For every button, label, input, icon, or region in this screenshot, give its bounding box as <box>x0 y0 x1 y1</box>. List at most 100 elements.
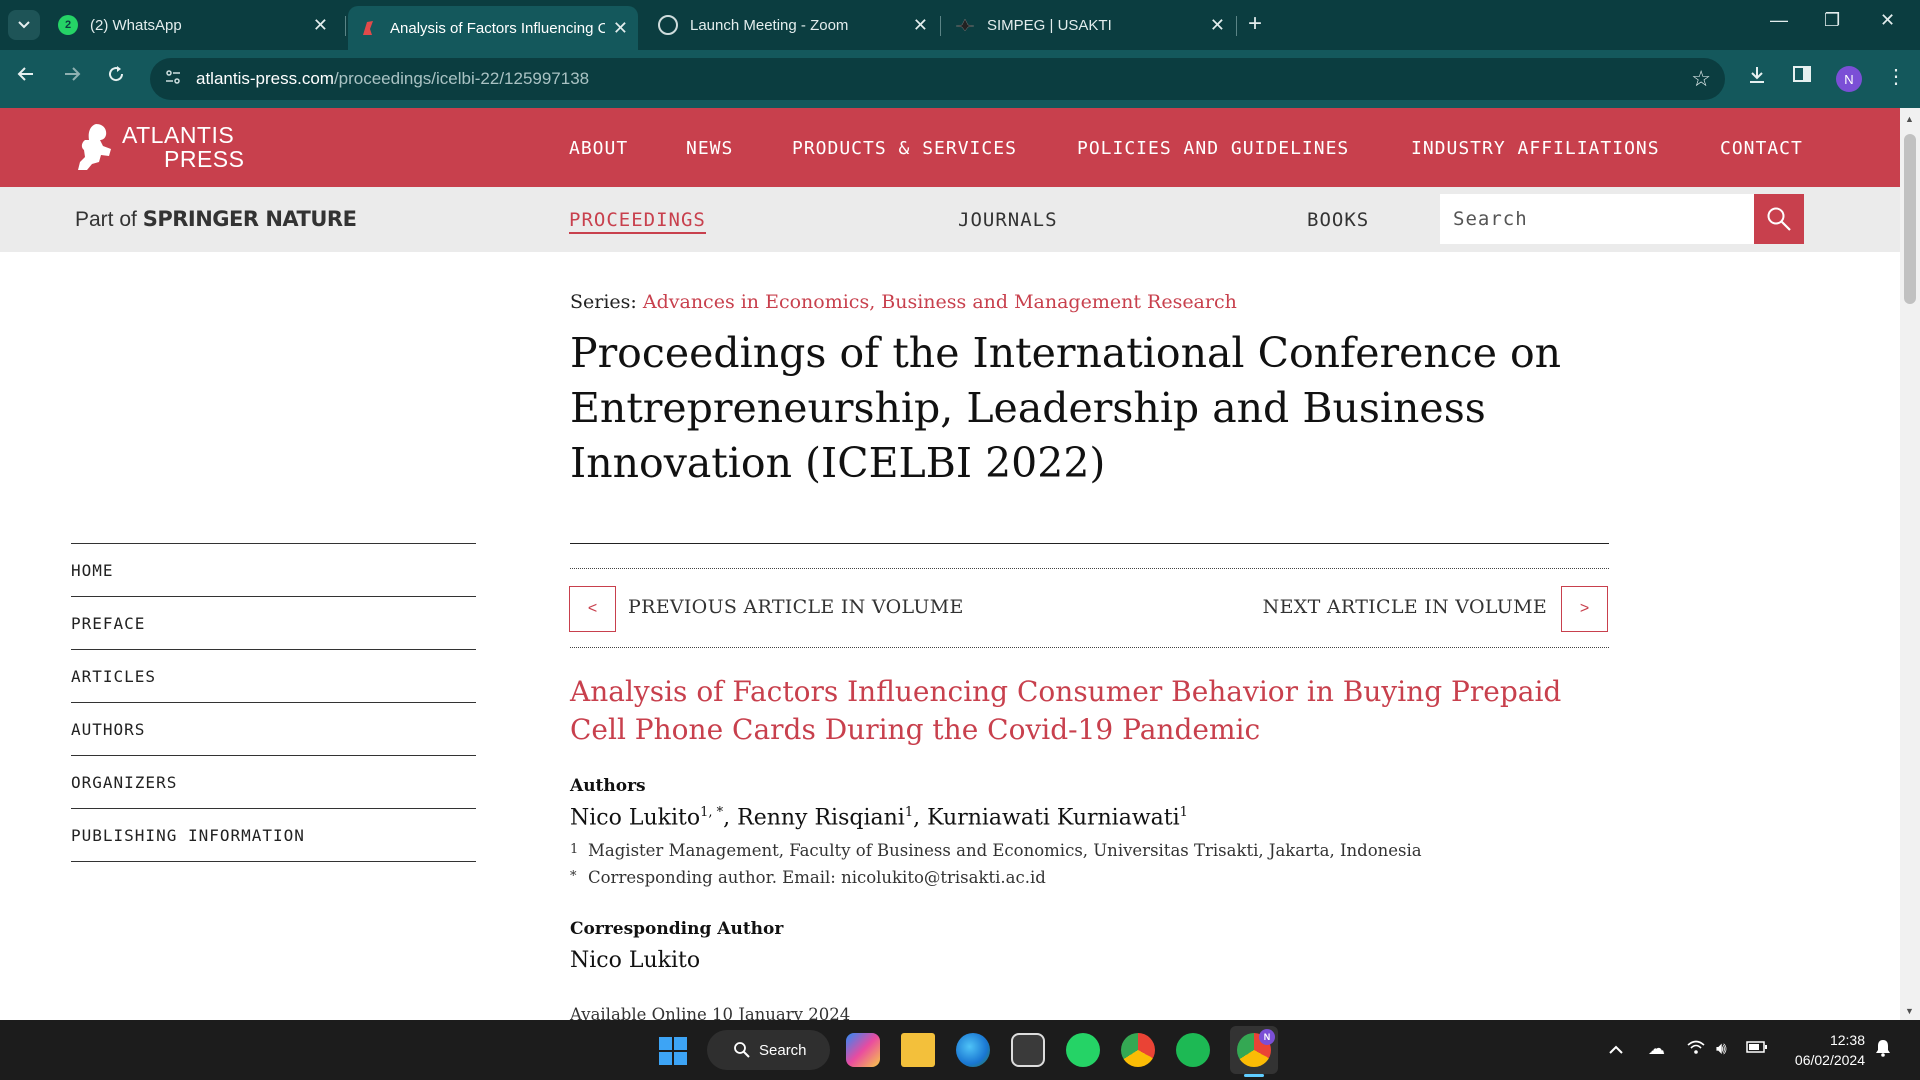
page-viewport: ATLANTIS PRESS ABOUT NEWS PRODUCTS & SER… <box>0 108 1900 1020</box>
url-text: atlantis-press.com/proceedings/icelbi-22… <box>196 69 589 89</box>
author-name[interactable]: Renny Risqiani <box>737 805 905 830</box>
series-link[interactable]: Advances in Economics, Business and Mana… <box>643 291 1237 313</box>
edge-icon[interactable] <box>956 1033 990 1067</box>
chrome-profile-icon[interactable]: N <box>1237 1029 1275 1067</box>
file-explorer-icon[interactable] <box>901 1033 935 1067</box>
scroll-thumb[interactable] <box>1904 134 1916 304</box>
search-button[interactable] <box>1754 194 1804 244</box>
series-line: Series: Advances in Economics, Business … <box>570 291 1237 313</box>
sidebar-item-authors[interactable]: AUTHORS <box>71 703 476 756</box>
corresponding-note: * Corresponding author. Email: nicolukito… <box>570 868 1046 887</box>
close-tab-icon[interactable]: ✕ <box>913 15 928 36</box>
window-close-icon[interactable]: ✕ <box>1880 10 1895 31</box>
tab-title: Analysis of Factors Influencing C <box>390 19 605 37</box>
sidebar-item-preface[interactable]: PREFACE <box>71 597 476 650</box>
whatsapp-icon[interactable] <box>1066 1033 1100 1067</box>
affiliation-text: Magister Management, Faculty of Business… <box>588 841 1422 860</box>
scroll-up-icon[interactable]: ▲ <box>1905 114 1914 124</box>
windows-start-icon[interactable] <box>659 1037 687 1065</box>
proceedings-title: Proceedings of the International Confere… <box>570 329 1562 487</box>
author-separator: , <box>913 805 928 831</box>
chrome-icon[interactable] <box>1121 1033 1155 1067</box>
tab-separator <box>940 16 941 36</box>
thinker-logo-icon <box>78 124 111 170</box>
close-tab-icon[interactable]: ✕ <box>313 15 328 36</box>
nav-contact[interactable]: CONTACT <box>1720 138 1803 159</box>
download-icon[interactable] <box>1746 64 1768 92</box>
nav-news[interactable]: NEWS <box>686 138 733 159</box>
tab-zoom[interactable]: Launch Meeting - Zoom ✕ <box>648 6 938 44</box>
profile-avatar[interactable]: N <box>1836 66 1862 92</box>
author-name[interactable]: Kurniawati Kurniawati <box>927 805 1180 830</box>
back-arrow-icon[interactable] <box>16 64 36 90</box>
menu-kebab-icon[interactable]: ⋮ <box>1886 64 1906 89</box>
next-article-link[interactable]: NEXT ARTICLE IN VOLUME <box>1263 596 1547 618</box>
address-bar[interactable]: atlantis-press.com/proceedings/icelbi-22… <box>150 58 1725 100</box>
page-scrollbar[interactable]: ▲ ▼ <box>1900 108 1920 1020</box>
restore-icon[interactable]: ❐ <box>1824 10 1840 31</box>
nav-products-services[interactable]: PRODUCTS & SERVICES <box>792 138 1017 159</box>
reload-icon[interactable] <box>106 64 126 90</box>
subnav-journals[interactable]: JOURNALS <box>958 209 1058 231</box>
battery-icon[interactable] <box>1746 1039 1768 1059</box>
next-article-button[interactable]: > <box>1561 586 1608 632</box>
microsoft-store-icon[interactable] <box>1011 1033 1045 1067</box>
volume-icon[interactable]: 🔊︎ <box>1716 1039 1727 1059</box>
spotify-icon[interactable] <box>1176 1033 1210 1067</box>
clock-date: 06/02/2024 <box>1794 1052 1865 1068</box>
divider <box>570 543 1609 544</box>
notification-bell-icon[interactable] <box>1875 1039 1891 1062</box>
search-input[interactable] <box>1440 194 1754 244</box>
authors-list: Nico Lukito1, *, Renny Risqiani1, Kurnia… <box>570 805 1188 830</box>
springer-nature-link[interactable]: Part of SPRINGER NATURE <box>75 207 357 232</box>
scroll-down-icon[interactable]: ▼ <box>1905 1006 1914 1016</box>
sidebar-item-home[interactable]: HOME <box>71 544 476 597</box>
show-hidden-icons-chevron-icon[interactable] <box>1608 1039 1624 1059</box>
tab-title: (2) WhatsApp <box>90 16 182 34</box>
new-tab-button[interactable]: + <box>1248 10 1262 38</box>
sidebar-item-organizers[interactable]: ORGANIZERS <box>71 756 476 809</box>
tab-search-button[interactable] <box>8 10 40 40</box>
author-name[interactable]: Nico Lukito <box>570 805 700 830</box>
springer-nature-logo: SPRINGER NATURE <box>142 207 357 231</box>
search-box <box>1440 194 1754 244</box>
subnav-books[interactable]: BOOKS <box>1307 209 1369 231</box>
minimize-icon[interactable]: — <box>1770 10 1788 31</box>
copilot-icon[interactable] <box>846 1033 880 1067</box>
close-tab-icon[interactable]: ✕ <box>1210 15 1225 36</box>
search-label: Search <box>759 1041 807 1059</box>
side-panel-icon[interactable] <box>1792 64 1812 90</box>
previous-article-button[interactable]: < <box>569 586 616 632</box>
corresponding-author-name: Nico Lukito <box>570 948 701 973</box>
sub-header: Part of SPRINGER NATURE PROCEEDINGS JOUR… <box>0 187 1900 252</box>
affiliation: 1 Magister Management, Faculty of Busines… <box>570 841 1422 860</box>
tab-simpeg[interactable]: SIMPEG | USAKTI ✕ <box>945 6 1235 44</box>
active-indicator <box>1244 1074 1264 1077</box>
site-info-icon[interactable] <box>164 68 182 91</box>
system-clock[interactable]: 12:38 06/02/2024 <box>1781 1030 1865 1070</box>
atlantis-press-logo[interactable]: ATLANTIS PRESS <box>76 122 244 172</box>
previous-article-link[interactable]: PREVIOUS ARTICLE IN VOLUME <box>628 596 964 618</box>
tab-whatsapp[interactable]: 2 (2) WhatsApp ✕ <box>48 6 338 44</box>
onedrive-cloud-icon[interactable]: ☁ <box>1648 1039 1665 1059</box>
close-tab-icon[interactable]: ✕ <box>613 18 628 39</box>
sidebar-item-publishing-information[interactable]: PUBLISHING INFORMATION <box>71 809 476 862</box>
logo-line-2: PRESS <box>164 146 245 172</box>
bookmark-star-icon[interactable]: ☆ <box>1691 66 1711 92</box>
corresponding-marker: * <box>570 869 577 884</box>
atlantis-favicon-icon <box>358 18 378 38</box>
browser-toolbar: atlantis-press.com/proceedings/icelbi-22… <box>0 50 1920 108</box>
search-icon <box>734 1042 750 1058</box>
tab-atlantis-article[interactable]: Analysis of Factors Influencing C ✕ <box>348 6 638 50</box>
sidebar-item-articles[interactable]: ARTICLES <box>71 650 476 703</box>
subnav-proceedings[interactable]: PROCEEDINGS <box>569 209 706 234</box>
nav-industry-affiliations[interactable]: INDUSTRY AFFILIATIONS <box>1411 138 1660 159</box>
corresponding-author-heading: Corresponding Author <box>570 919 784 939</box>
taskbar-search[interactable]: Search <box>707 1030 830 1070</box>
wifi-icon[interactable] <box>1686 1039 1706 1060</box>
forward-arrow-icon[interactable] <box>62 64 82 90</box>
nav-policies-guidelines[interactable]: POLICIES AND GUIDELINES <box>1077 138 1349 159</box>
author-affiliation-marker: 1, * <box>700 805 724 820</box>
browser-tab-bar: 2 (2) WhatsApp ✕ Analysis of Factors Inf… <box>0 0 1920 50</box>
nav-about[interactable]: ABOUT <box>569 138 628 159</box>
